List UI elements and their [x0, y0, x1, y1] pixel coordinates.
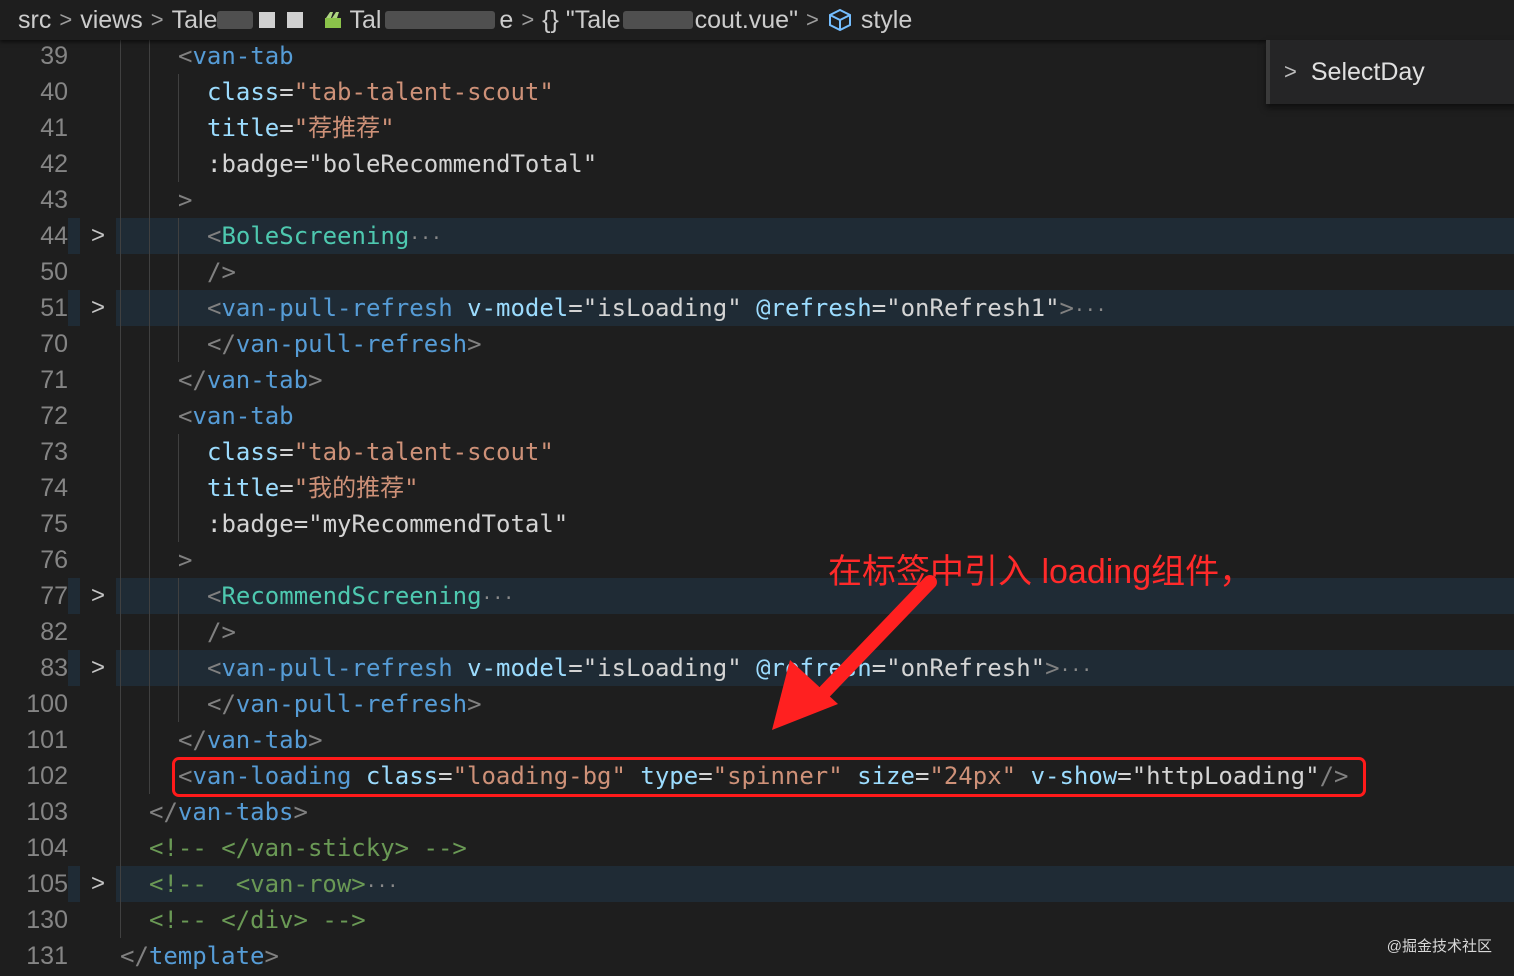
- sticky-scroll-widget[interactable]: > SelectDay: [1266, 40, 1514, 104]
- watermark: @掘金技术社区: [1386, 938, 1492, 955]
- breadcrumb-item-label: style: [860, 5, 913, 34]
- chevron-right-icon: >: [805, 7, 819, 32]
- breadcrumb: src > views > Tale Tal e > {} "Tale cout…: [0, 0, 1514, 40]
- square-icon: [259, 12, 276, 28]
- breadcrumb-item-suffix: e: [499, 5, 514, 34]
- folder-green-icon: [325, 12, 342, 28]
- breadcrumb-item-src[interactable]: src: [18, 6, 51, 35]
- breadcrumb-item-folder[interactable]: Tal e: [323, 6, 513, 35]
- breadcrumb-item-file[interactable]: {} "Tale cout.vue": [542, 6, 798, 35]
- chevron-right-icon[interactable]: >: [1284, 59, 1297, 85]
- redacted-block: [217, 11, 254, 29]
- square-icon: [287, 12, 304, 28]
- breadcrumb-item-style[interactable]: style: [827, 6, 912, 35]
- breadcrumb-item-label: Tal: [349, 5, 382, 34]
- breadcrumb-item-label: views: [80, 5, 143, 34]
- breadcrumb-item-label: Tale: [171, 5, 218, 34]
- chevron-right-icon: >: [521, 7, 535, 32]
- breadcrumb-item-label: {} "Tale: [542, 5, 621, 34]
- chevron-right-icon: >: [59, 7, 73, 32]
- breadcrumb-item-views[interactable]: views: [80, 6, 143, 35]
- chevron-right-icon: >: [150, 7, 164, 32]
- redacted-block: [622, 11, 693, 29]
- breadcrumb-item-label: cout.vue": [694, 5, 798, 34]
- redacted-block: [385, 11, 496, 29]
- sticky-scroll-label: SelectDay: [1310, 57, 1425, 86]
- breadcrumb-item-label: src: [18, 5, 52, 34]
- annotation-arrow: [772, 575, 937, 730]
- cube-icon: [828, 8, 851, 32]
- breadcrumb-item-tale[interactable]: Tale: [172, 6, 310, 35]
